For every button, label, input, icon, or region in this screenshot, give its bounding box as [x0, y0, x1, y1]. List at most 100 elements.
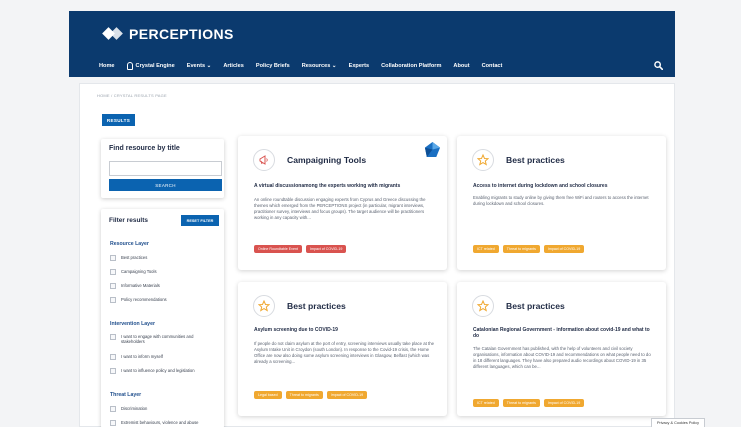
star-icon: [472, 295, 494, 317]
star-icon: [472, 149, 494, 171]
card-type: Best practices: [287, 301, 346, 311]
site-logo[interactable]: PERCEPTIONS: [102, 25, 234, 43]
filter-group-resource-layer: Resource Layer: [110, 241, 149, 247]
nav-about-label: About: [453, 63, 470, 69]
checkbox[interactable]: [110, 255, 116, 261]
tag[interactable]: Impact of COVID-19: [326, 391, 368, 399]
nav-experts[interactable]: Experts: [349, 63, 370, 69]
resource-card[interactable]: Campaigning Tools A virtual discussionam…: [238, 136, 447, 270]
tag[interactable]: Impact of COVID-19: [543, 399, 585, 407]
filter-option[interactable]: Policy recommendations: [110, 297, 216, 303]
filter-option-label: Best practices: [121, 255, 148, 260]
tag[interactable]: ICT related: [473, 245, 499, 253]
filter-results-title: Filter results: [109, 217, 149, 224]
privacy-cookies-link[interactable]: Privacy & Cookies Policy: [651, 418, 705, 427]
main-nav: Home Crystal Engine Events ⌄ Articles Po…: [99, 62, 502, 70]
star-icon: [253, 295, 275, 317]
nav-home[interactable]: Home: [99, 63, 115, 69]
filter-option[interactable]: I want to inform myself: [110, 354, 216, 360]
filter-panel: Filter results RESET FILTER Resource Lay…: [101, 209, 224, 427]
results-tab[interactable]: RESULTS: [102, 114, 135, 126]
find-resource-panel: Find resource by title SEARCH: [101, 139, 224, 198]
nav-contact[interactable]: Contact: [482, 63, 503, 69]
nav-policy-briefs[interactable]: Policy Briefs: [256, 63, 290, 69]
crystal-gem-icon: [424, 141, 441, 158]
title-search-input[interactable]: [109, 161, 222, 176]
search-button[interactable]: SEARCH: [109, 179, 222, 191]
filter-option[interactable]: Extremist behaviours, violence and abuse: [110, 420, 216, 426]
nav-experts-label: Experts: [348, 63, 370, 69]
tag[interactable]: Threat to migrants: [285, 391, 323, 399]
filter-option-label: Campaigning Tools: [121, 269, 157, 274]
tag[interactable]: Online Roundtable Event: [254, 245, 302, 253]
results-content: HOME / CRYSTAL RESULTS PAGE RESULTS Find…: [79, 83, 675, 427]
tag[interactable]: Threat to migrants: [502, 245, 540, 253]
card-type: Best practices: [506, 301, 565, 311]
card-title[interactable]: A virtual discussionamong the experts wo…: [254, 183, 434, 189]
resource-card[interactable]: Best practices Access to internet during…: [457, 136, 666, 270]
nav-about[interactable]: About: [453, 63, 469, 69]
card-type: Best practices: [506, 155, 565, 165]
checkbox[interactable]: [110, 354, 116, 360]
nav-crystal-engine[interactable]: Crystal Engine: [126, 62, 175, 70]
nav-contact-label: Contact: [481, 63, 503, 69]
nav-articles[interactable]: Articles: [223, 63, 244, 69]
card-description: If people do not claim asylum at the por…: [254, 341, 435, 364]
checkbox[interactable]: [110, 420, 116, 426]
search-icon[interactable]: [654, 61, 663, 70]
card-tags: Legal based Threat to migrants Impact of…: [254, 391, 368, 399]
filter-option[interactable]: I want to engage with communities and st…: [110, 334, 216, 345]
tag[interactable]: Impact of COVID-19: [305, 245, 347, 253]
card-description: Enabling migrants to study online by giv…: [473, 195, 649, 206]
tag[interactable]: Legal based: [254, 391, 282, 399]
resource-card[interactable]: Best practices Catalonian Regional Gover…: [457, 282, 666, 416]
filter-option-label: I want to engage with communities and st…: [121, 334, 194, 345]
filter-option[interactable]: Campaigning Tools: [110, 269, 216, 275]
nav-home-label: Home: [99, 63, 115, 69]
nav-resources-label: Resources ⌄: [301, 63, 337, 69]
logo-mark-icon: [102, 25, 123, 43]
checkbox[interactable]: [110, 283, 116, 289]
tag[interactable]: Threat to migrants: [502, 399, 540, 407]
tag[interactable]: ICT related: [473, 399, 499, 407]
nav-articles-label: Articles: [223, 63, 244, 69]
card-tags: Online Roundtable Event Impact of COVID-…: [254, 245, 347, 253]
filter-option-label: I want to inform myself: [121, 354, 163, 359]
nav-events[interactable]: Events ⌄: [187, 63, 212, 69]
card-description: The Catalan Government has published, wi…: [473, 346, 651, 369]
checkbox[interactable]: [110, 269, 116, 275]
card-tags: ICT related Threat to migrants Impact of…: [473, 245, 585, 253]
tag[interactable]: Impact of COVID-19: [543, 245, 585, 253]
card-description: An online roundtable discussion engaging…: [254, 197, 426, 220]
filter-option-label: Policy recommendations: [121, 297, 167, 302]
card-title[interactable]: Access to internet during lockdown and s…: [473, 183, 653, 189]
nav-resources[interactable]: Resources ⌄: [302, 63, 337, 69]
filter-option-label: Discrimination: [121, 406, 148, 411]
crystal-icon: [126, 62, 133, 70]
card-tags: ICT related Threat to migrants Impact of…: [473, 399, 585, 407]
filter-option-label: Informative Materials: [121, 283, 160, 288]
checkbox[interactable]: [110, 297, 116, 303]
brand-name: PERCEPTIONS: [129, 26, 234, 42]
nav-crystal-engine-label: Crystal Engine: [135, 63, 175, 69]
filter-option[interactable]: I want to influence policy and legislati…: [110, 368, 216, 374]
checkbox[interactable]: [110, 406, 116, 412]
card-type: Campaigning Tools: [287, 155, 367, 165]
nav-events-label: Events ⌄: [186, 63, 212, 69]
reset-filter-button[interactable]: RESET FILTER: [181, 215, 219, 226]
filter-group-intervention-layer: Intervention Layer: [110, 321, 155, 327]
checkbox[interactable]: [110, 368, 116, 374]
checkbox[interactable]: [110, 334, 116, 340]
filter-option[interactable]: Informative Materials: [110, 283, 216, 289]
card-title[interactable]: Asylum screening due to COVID-19: [254, 327, 434, 333]
resource-card[interactable]: Best practices Asylum screening due to C…: [238, 282, 447, 416]
find-resource-title: Find resource by title: [109, 145, 180, 152]
nav-policy-briefs-label: Policy Briefs: [255, 63, 290, 69]
filter-option[interactable]: Discrimination: [110, 406, 216, 412]
filter-option[interactable]: Best practices: [110, 255, 216, 261]
filter-group-threat-layer: Threat Layer: [110, 392, 142, 398]
nav-collaboration-platform[interactable]: Collaboration Platform: [381, 63, 441, 69]
breadcrumb[interactable]: HOME / CRYSTAL RESULTS PAGE: [97, 93, 167, 98]
filter-option-label: I want to influence policy and legislati…: [121, 368, 195, 373]
card-title[interactable]: Catalonian Regional Government - informa…: [473, 327, 655, 340]
